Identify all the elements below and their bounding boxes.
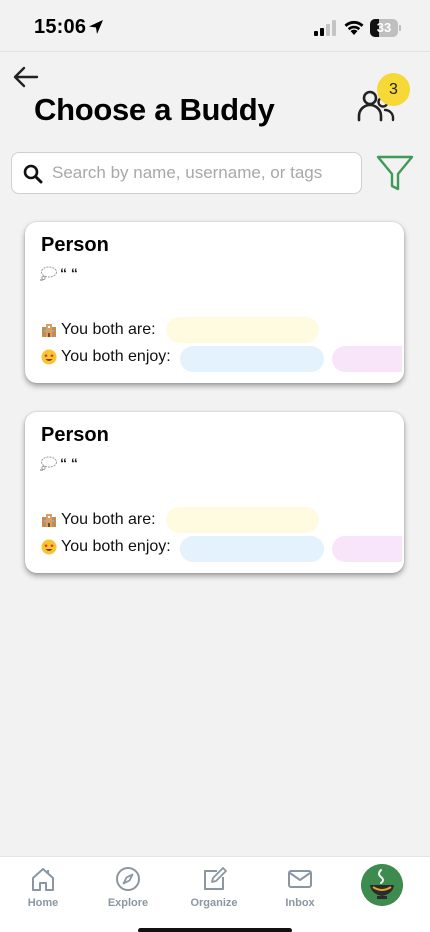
star-struck-face-icon [41,349,57,365]
personality-tag-pill [166,317,319,343]
buddy-quote: “ “ [60,265,78,281]
both-are-row: You both are: [41,507,156,533]
battery-indicator: 33 [370,19,402,37]
page-title: Choose a Buddy [34,92,275,127]
home-icon [32,868,54,891]
buddy-name: Person [41,424,109,446]
personality-tag-pill [166,507,319,533]
thought-bubble-icon [40,266,57,281]
interest-tag-pill [332,536,402,562]
tab-inbox-label: Inbox [285,897,315,909]
star-struck-face-icon [41,539,57,555]
buddy-quote: “ “ [60,455,78,471]
tea-bowl-icon [361,864,403,906]
buddy-card[interactable]: Person “ “ You both are: You both enjoy: [25,412,404,573]
filter-icon[interactable] [376,154,414,192]
edit-icon [204,867,227,890]
wifi-icon [344,20,364,35]
profile-avatar[interactable] [361,864,403,906]
buddy-quote-row: “ “ [40,454,78,472]
both-enjoy-row: You both enjoy: [41,534,171,560]
interest-tag-pill [180,346,324,372]
mail-icon [288,870,312,888]
buddy-quote-row: “ “ [40,264,78,282]
tab-organize-label: Organize [190,897,238,909]
both-enjoy-label: You both enjoy: [61,348,171,365]
status-time: 15:06 [34,16,87,38]
tab-explore[interactable]: Explore [93,865,163,917]
back-arrow-icon[interactable] [12,64,40,90]
buddy-count-badge: 3 [377,73,410,106]
search-box [11,152,362,194]
battery-percent: 33 [376,20,392,35]
buddy-name: Person [41,234,109,256]
compass-icon [116,867,140,891]
search-input[interactable] [52,153,352,193]
interest-tag-pill [332,346,402,372]
both-enjoy-row: You both enjoy: [41,344,171,370]
location-arrow-icon [89,20,103,34]
school-building-icon [42,514,56,527]
home-indicator [138,928,292,932]
cellular-signal-icon [314,20,336,36]
tab-explore-label: Explore [107,897,149,909]
both-are-label: You both are: [61,511,156,528]
school-building-icon [42,324,56,337]
both-are-row: You both are: [41,317,156,343]
both-enjoy-label: You both enjoy: [61,538,171,555]
search-icon [23,164,43,184]
tab-inbox[interactable]: Inbox [265,865,335,917]
tab-organize[interactable]: Organize [179,865,249,917]
bottom-tab-bar: Home Explore Organize Inbox [0,856,430,932]
buddy-card[interactable]: Person “ “ You both are: You both enjoy: [25,222,404,383]
tab-home[interactable]: Home [8,865,78,917]
status-bar: 15:06 33 [0,0,430,52]
tab-home-label: Home [27,897,59,909]
interest-tag-pill [180,536,324,562]
thought-bubble-icon [40,456,57,471]
both-are-label: You both are: [61,321,156,338]
